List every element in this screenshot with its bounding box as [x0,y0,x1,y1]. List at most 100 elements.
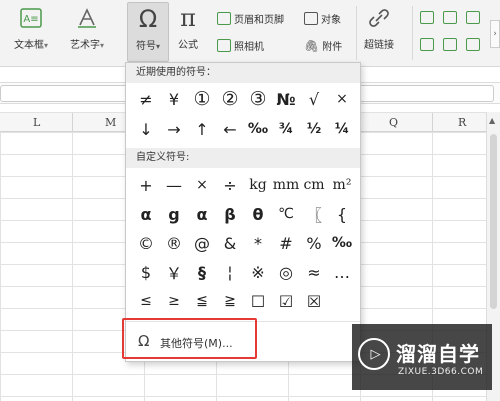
symbol-cell[interactable]: ≤ [132,289,160,313]
symbol-cell[interactable]: ℃ [272,202,300,226]
symbol-cell[interactable]: ☒ [300,289,328,313]
symbol-cell[interactable]: ¼ [328,117,356,141]
symbol-cell[interactable]: ↓ [132,117,160,141]
symbol-cell[interactable]: → [160,117,188,141]
custom-symbols-header: 自定义符号: [126,148,360,168]
symbol-cell[interactable]: — [160,173,188,197]
play-logo-icon: ▷ [358,338,390,370]
symbol-cell[interactable]: ¥ [160,87,188,111]
symbol-cell[interactable]: β [216,202,244,226]
symbol-cell[interactable]: ※ [244,260,272,284]
object-button[interactable]: 对象 [304,11,341,26]
symbol-cell[interactable]: @ [188,231,216,255]
symbol-cell[interactable]: mm [272,173,300,197]
ribbon-scroll-right[interactable]: › [490,20,500,48]
symbol-cell[interactable]: { [328,202,356,226]
symbol-cell[interactable]: $ [132,260,160,284]
symbol-cell[interactable]: © [132,231,160,255]
symbol-cell[interactable]: ≈ [300,260,328,284]
wordart-button[interactable]: 艺术字▾ [70,4,104,51]
wordart-label: 艺术字 [70,40,100,51]
object-label: 对象 [321,15,341,26]
symbol-cell[interactable]: + [132,173,160,197]
symbol-cell[interactable]: θ [244,202,272,226]
symbol-cell[interactable]: % [300,231,328,255]
symbol-cell[interactable]: × [188,173,216,197]
wordart-caret: ▾ [100,41,105,50]
symbol-cell[interactable]: ② [216,87,244,111]
symbol-cell[interactable]: ◎ [272,260,300,284]
scroll-up-arrow-icon[interactable]: ▲ [489,116,495,125]
symbol-cell[interactable]: m² [328,173,356,197]
symbol-cell[interactable]: kg [244,173,272,197]
symbol-cell[interactable]: ￥ [160,260,188,284]
symbol-cell[interactable]: ☑ [272,289,300,313]
symbol-cell[interactable]: ‰ [244,117,272,141]
ribbon-divider [412,6,413,60]
symbol-cell[interactable]: g [160,202,188,226]
symbol-cell[interactable]: ☐ [244,289,272,313]
hyperlink-button[interactable]: 超链接 [364,4,394,51]
header-footer-label: 页眉和页脚 [234,15,284,26]
symbol-cell[interactable]: cm [300,173,328,197]
symbol-cell[interactable]: √ [300,87,328,111]
attachment-label: 附件 [322,42,343,53]
tile-icon[interactable] [420,38,434,51]
symbol-cell[interactable]: ¦ [216,260,244,284]
symbol-cell[interactable]: # [272,231,300,255]
symbol-cell[interactable]: № [272,87,300,111]
camera-label: 照相机 [234,42,264,53]
symbol-button[interactable]: Ω 符号▾ [127,2,169,62]
symbol-caret: ▾ [155,42,160,51]
symbol-cell[interactable]: ‰ [328,231,356,255]
tile-icon[interactable] [443,11,457,24]
textbox-label: 文本框 [14,40,44,51]
column-label[interactable]: Q [389,116,398,129]
object-icon [304,12,318,25]
header-footer-button[interactable]: 页眉和页脚 [217,11,284,26]
symbol-cell[interactable]: ÷ [216,173,244,197]
symbol-cell[interactable]: ① [188,87,216,111]
symbol-cell[interactable]: × [328,87,356,111]
symbol-cell[interactable]: α [132,202,160,226]
symbol-cell[interactable]: ≦ [188,289,216,313]
scrollbar-thumb[interactable] [490,134,497,309]
wordart-icon [73,4,101,32]
camera-button[interactable]: 照相机 [217,38,264,53]
symbol-cell[interactable]: ¾ [272,117,300,141]
textbox-caret: ▾ [44,41,49,50]
play-glyph: ▷ [370,346,381,362]
symbol-cell[interactable]: & [216,231,244,255]
symbol-cell[interactable]: ↑ [188,117,216,141]
attachment-button[interactable]: 🖇 附件 [304,38,343,54]
symbol-cell[interactable]: 〖 [300,202,328,226]
tile-icon[interactable] [466,38,480,51]
symbol-cell[interactable]: ← [216,117,244,141]
symbol-cell[interactable]: ≠ [132,87,160,111]
symbol-cell[interactable]: … [328,260,356,284]
symbol-cell[interactable]: ≥ [160,289,188,313]
column-label[interactable]: L [33,116,40,129]
watermark-title: 溜溜自学 [396,342,480,366]
symbol-cell[interactable]: * [244,231,272,255]
textbox-button[interactable]: A≡ 文本框▾ [14,4,48,51]
tile-icon[interactable] [466,11,480,24]
symbol-cell[interactable]: ½ [300,117,328,141]
pi-icon: π [180,4,196,32]
symbol-cell[interactable]: α [188,202,216,226]
column-label[interactable]: M [105,116,116,129]
column-divider [432,113,433,133]
symbol-cell[interactable]: ® [160,231,188,255]
watermark: ▷ 溜溜自学 ZIXUE.3D66.COM [352,324,492,390]
formula-button[interactable]: π 公式 [174,4,202,51]
symbol-cell[interactable]: ③ [244,87,272,111]
symbol-label: 符号 [135,41,156,52]
column-label[interactable]: R [458,116,466,129]
symbol-cell[interactable]: § [188,260,216,284]
tile-icon[interactable] [420,11,434,24]
formula-label: 公式 [178,40,198,51]
hyperlink-label: 超链接 [364,40,394,51]
symbol-cell[interactable]: ≧ [216,289,244,313]
tile-icon[interactable] [443,38,457,51]
header-footer-icon [217,12,231,25]
